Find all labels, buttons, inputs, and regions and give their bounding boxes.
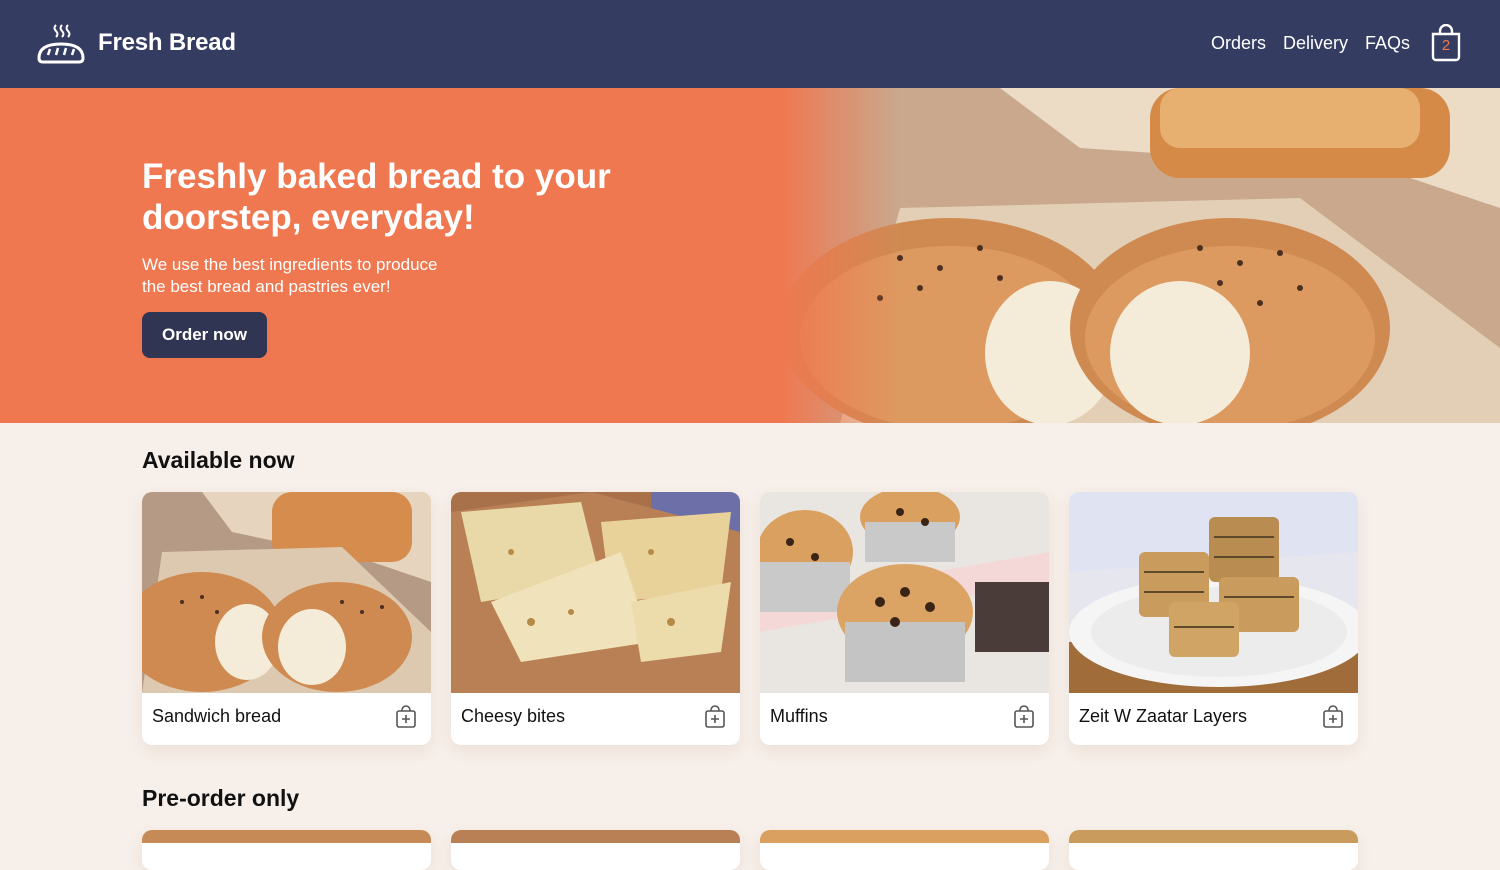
site-header: Fresh Bread Orders Delivery FAQs 2 bbox=[0, 0, 1500, 88]
product-card[interactable]: Sandwich bread bbox=[142, 492, 431, 745]
nav-faqs[interactable]: FAQs bbox=[1365, 33, 1410, 54]
product-name: Sandwich bread bbox=[152, 706, 282, 726]
nav-orders[interactable]: Orders bbox=[1211, 33, 1266, 54]
product-card[interactable]: Zeit W Zaatar Layers bbox=[1069, 492, 1358, 745]
bread-logo-icon[interactable] bbox=[36, 22, 86, 66]
hero-subtitle-line-2: the best bread and pastries ever! bbox=[142, 277, 391, 296]
main-nav: Orders Delivery FAQs bbox=[1211, 33, 1410, 54]
muffins-image bbox=[760, 492, 1049, 693]
product-card[interactable] bbox=[760, 830, 1049, 870]
order-now-button[interactable]: Order now bbox=[142, 312, 267, 358]
add-to-bag-icon[interactable] bbox=[395, 705, 417, 729]
hero-banner: Freshly baked bread to your doorstep, ev… bbox=[0, 88, 1500, 423]
cheesy-bites-image bbox=[451, 492, 740, 693]
sandwich-bread-image bbox=[142, 492, 431, 693]
cart-count-badge: 2 bbox=[1441, 37, 1451, 54]
add-to-bag-icon[interactable] bbox=[1322, 705, 1344, 729]
hero-title: Freshly baked bread to your doorstep, ev… bbox=[142, 157, 611, 237]
product-card[interactable]: Cheesy bites bbox=[451, 492, 740, 745]
product-card[interactable]: Muffins bbox=[760, 492, 1049, 745]
product-card[interactable] bbox=[1069, 830, 1358, 870]
cart-button[interactable]: 2 bbox=[1429, 24, 1463, 64]
zaatar-layers-image bbox=[1069, 492, 1358, 693]
product-name: Muffins bbox=[770, 706, 828, 726]
add-to-bag-icon[interactable] bbox=[1013, 705, 1035, 729]
hero-image-fade bbox=[780, 88, 900, 423]
product-name: Cheesy bites bbox=[461, 706, 566, 726]
available-products: Sandwich bread Cheesy bites Muffins Zeit… bbox=[142, 492, 1358, 745]
product-name: Zeit W Zaatar Layers bbox=[1079, 706, 1248, 726]
pre-order-heading: Pre-order only bbox=[142, 785, 300, 811]
nav-delivery[interactable]: Delivery bbox=[1283, 33, 1348, 54]
add-to-bag-icon[interactable] bbox=[704, 705, 726, 729]
product-card[interactable] bbox=[142, 830, 431, 870]
hero-subtitle: We use the best ingredients to produce t… bbox=[142, 254, 502, 298]
preorder-products bbox=[142, 830, 1358, 870]
hero-subtitle-line-1: We use the best ingredients to produce bbox=[142, 255, 438, 274]
product-card[interactable] bbox=[451, 830, 740, 870]
brand-name[interactable]: Fresh Bread bbox=[98, 29, 236, 57]
available-now-heading: Available now bbox=[142, 447, 295, 473]
